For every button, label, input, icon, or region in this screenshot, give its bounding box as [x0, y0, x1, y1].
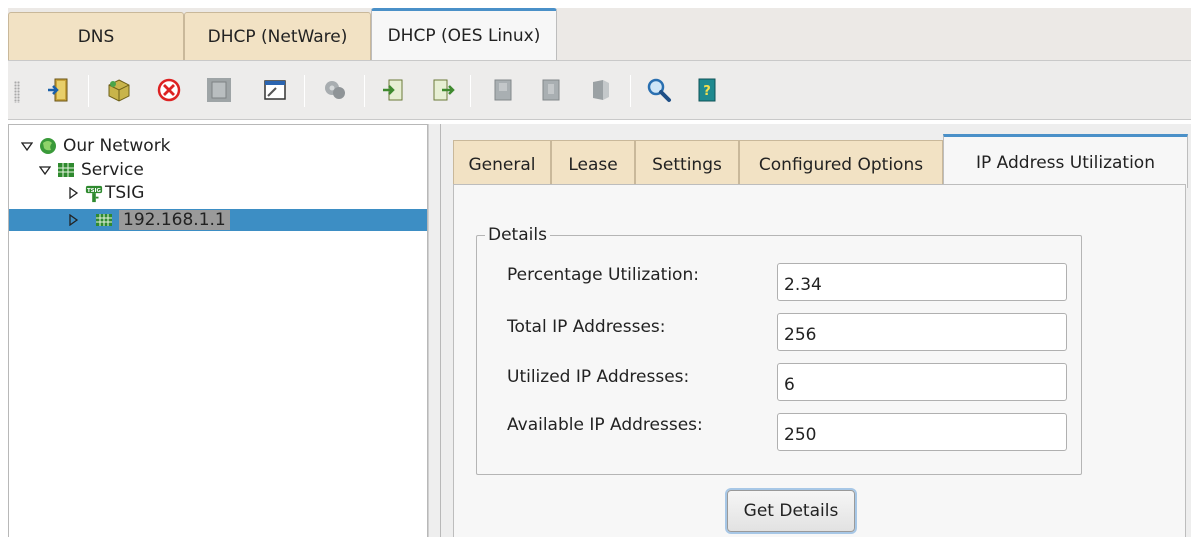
- collapsed-arrow-icon[interactable]: [67, 214, 79, 226]
- subnet-icon: [95, 211, 113, 229]
- toolbar-separator: [630, 75, 631, 107]
- tab-dhcp-netware-label: DHCP (NetWare): [207, 26, 348, 47]
- tab-dhcp-netware[interactable]: DHCP (NetWare): [184, 12, 371, 60]
- available-ip-addresses-label: Available IP Addresses:: [507, 415, 703, 435]
- tab-ip-address-utilization-label: IP Address Utilization: [976, 152, 1155, 173]
- tab-general-label: General: [468, 154, 536, 175]
- tab-general[interactable]: General: [453, 140, 551, 188]
- disabled-server-3d-icon[interactable]: [586, 75, 616, 105]
- tab-ip-address-utilization[interactable]: IP Address Utilization: [943, 134, 1188, 188]
- tree-item-label: TSIG: [105, 183, 145, 203]
- import-icon[interactable]: [378, 75, 408, 105]
- details-group: Details Percentage Utilization: Total IP…: [476, 225, 1082, 475]
- tab-settings[interactable]: Settings: [635, 140, 739, 188]
- search-icon[interactable]: [644, 75, 674, 105]
- toolbar-grip[interactable]: [14, 81, 20, 103]
- total-ip-addresses-label: Total IP Addresses:: [507, 317, 666, 337]
- tree-panel: Our Network Service TSIG TSIG 192.168.1.…: [8, 124, 428, 537]
- tree-item-our-network[interactable]: Our Network: [21, 135, 171, 157]
- tab-configured-options-label: Configured Options: [758, 154, 924, 175]
- disabled-server-icon[interactable]: [204, 75, 234, 105]
- svg-text:?: ?: [703, 84, 711, 99]
- toolbar-separator: [88, 75, 89, 107]
- collapsed-arrow-icon[interactable]: [67, 187, 79, 199]
- tree-item-service[interactable]: Service: [39, 159, 144, 181]
- help-book-icon[interactable]: ?: [692, 75, 722, 105]
- detail-tab-bar: General Lease Settings Configured Option…: [453, 130, 1191, 188]
- delete-icon[interactable]: [154, 75, 184, 105]
- details-legend: Details: [488, 225, 547, 245]
- expanded-arrow-icon[interactable]: [39, 164, 51, 176]
- toolbar-separator: [364, 75, 365, 107]
- ip-utilization-content: Details Percentage Utilization: Total IP…: [453, 184, 1186, 537]
- get-details-button[interactable]: Get Details: [727, 490, 855, 532]
- tab-settings-label: Settings: [652, 154, 722, 175]
- toolbar: ?: [8, 60, 1191, 120]
- globe-icon: [39, 137, 57, 155]
- tree-item-tsig[interactable]: TSIG TSIG: [67, 182, 144, 204]
- toolbar-separator: [304, 75, 305, 107]
- disabled-page-icon-1[interactable]: [488, 75, 518, 105]
- utilized-ip-addresses-label: Utilized IP Addresses:: [507, 367, 690, 387]
- top-tab-bar: DNS DHCP (NetWare) DHCP (OES Linux): [8, 8, 1191, 60]
- tree-item-label: Service: [81, 160, 144, 180]
- disabled-gears-icon[interactable]: [320, 75, 350, 105]
- tab-lease[interactable]: Lease: [551, 140, 635, 188]
- create-box-icon[interactable]: [104, 75, 134, 105]
- total-ip-addresses-field[interactable]: [777, 313, 1067, 351]
- detail-panel: General Lease Settings Configured Option…: [440, 124, 1191, 537]
- tab-dns-label: DNS: [77, 26, 115, 47]
- tree-item-label: 192.168.1.1: [119, 210, 230, 230]
- available-ip-addresses-field[interactable]: [777, 413, 1067, 451]
- tsig-key-icon: TSIG: [85, 184, 103, 203]
- tab-dns[interactable]: DNS: [8, 12, 184, 60]
- exit-door-icon[interactable]: [44, 75, 74, 105]
- window-properties-icon[interactable]: [260, 75, 290, 105]
- utilized-ip-addresses-field[interactable]: [777, 363, 1067, 401]
- expanded-arrow-icon[interactable]: [21, 140, 33, 152]
- percentage-utilization-field[interactable]: [777, 263, 1067, 301]
- tab-dhcp-oes-linux[interactable]: DHCP (OES Linux): [371, 8, 557, 60]
- disabled-page-icon-2[interactable]: [536, 75, 566, 105]
- tab-dhcp-oes-linux-label: DHCP (OES Linux): [387, 25, 541, 46]
- tree-item-subnet-192-168-1-1[interactable]: 192.168.1.1: [9, 209, 427, 231]
- service-grid-icon: [57, 161, 75, 179]
- export-icon[interactable]: [428, 75, 458, 105]
- tab-lease-label: Lease: [568, 154, 618, 175]
- tab-configured-options[interactable]: Configured Options: [739, 140, 943, 188]
- percentage-utilization-label: Percentage Utilization:: [507, 265, 699, 285]
- tsig-icon-label: TSIG: [87, 188, 102, 194]
- tree-item-label: Our Network: [63, 136, 171, 156]
- toolbar-separator: [470, 75, 471, 107]
- pane-splitter[interactable]: [428, 124, 440, 537]
